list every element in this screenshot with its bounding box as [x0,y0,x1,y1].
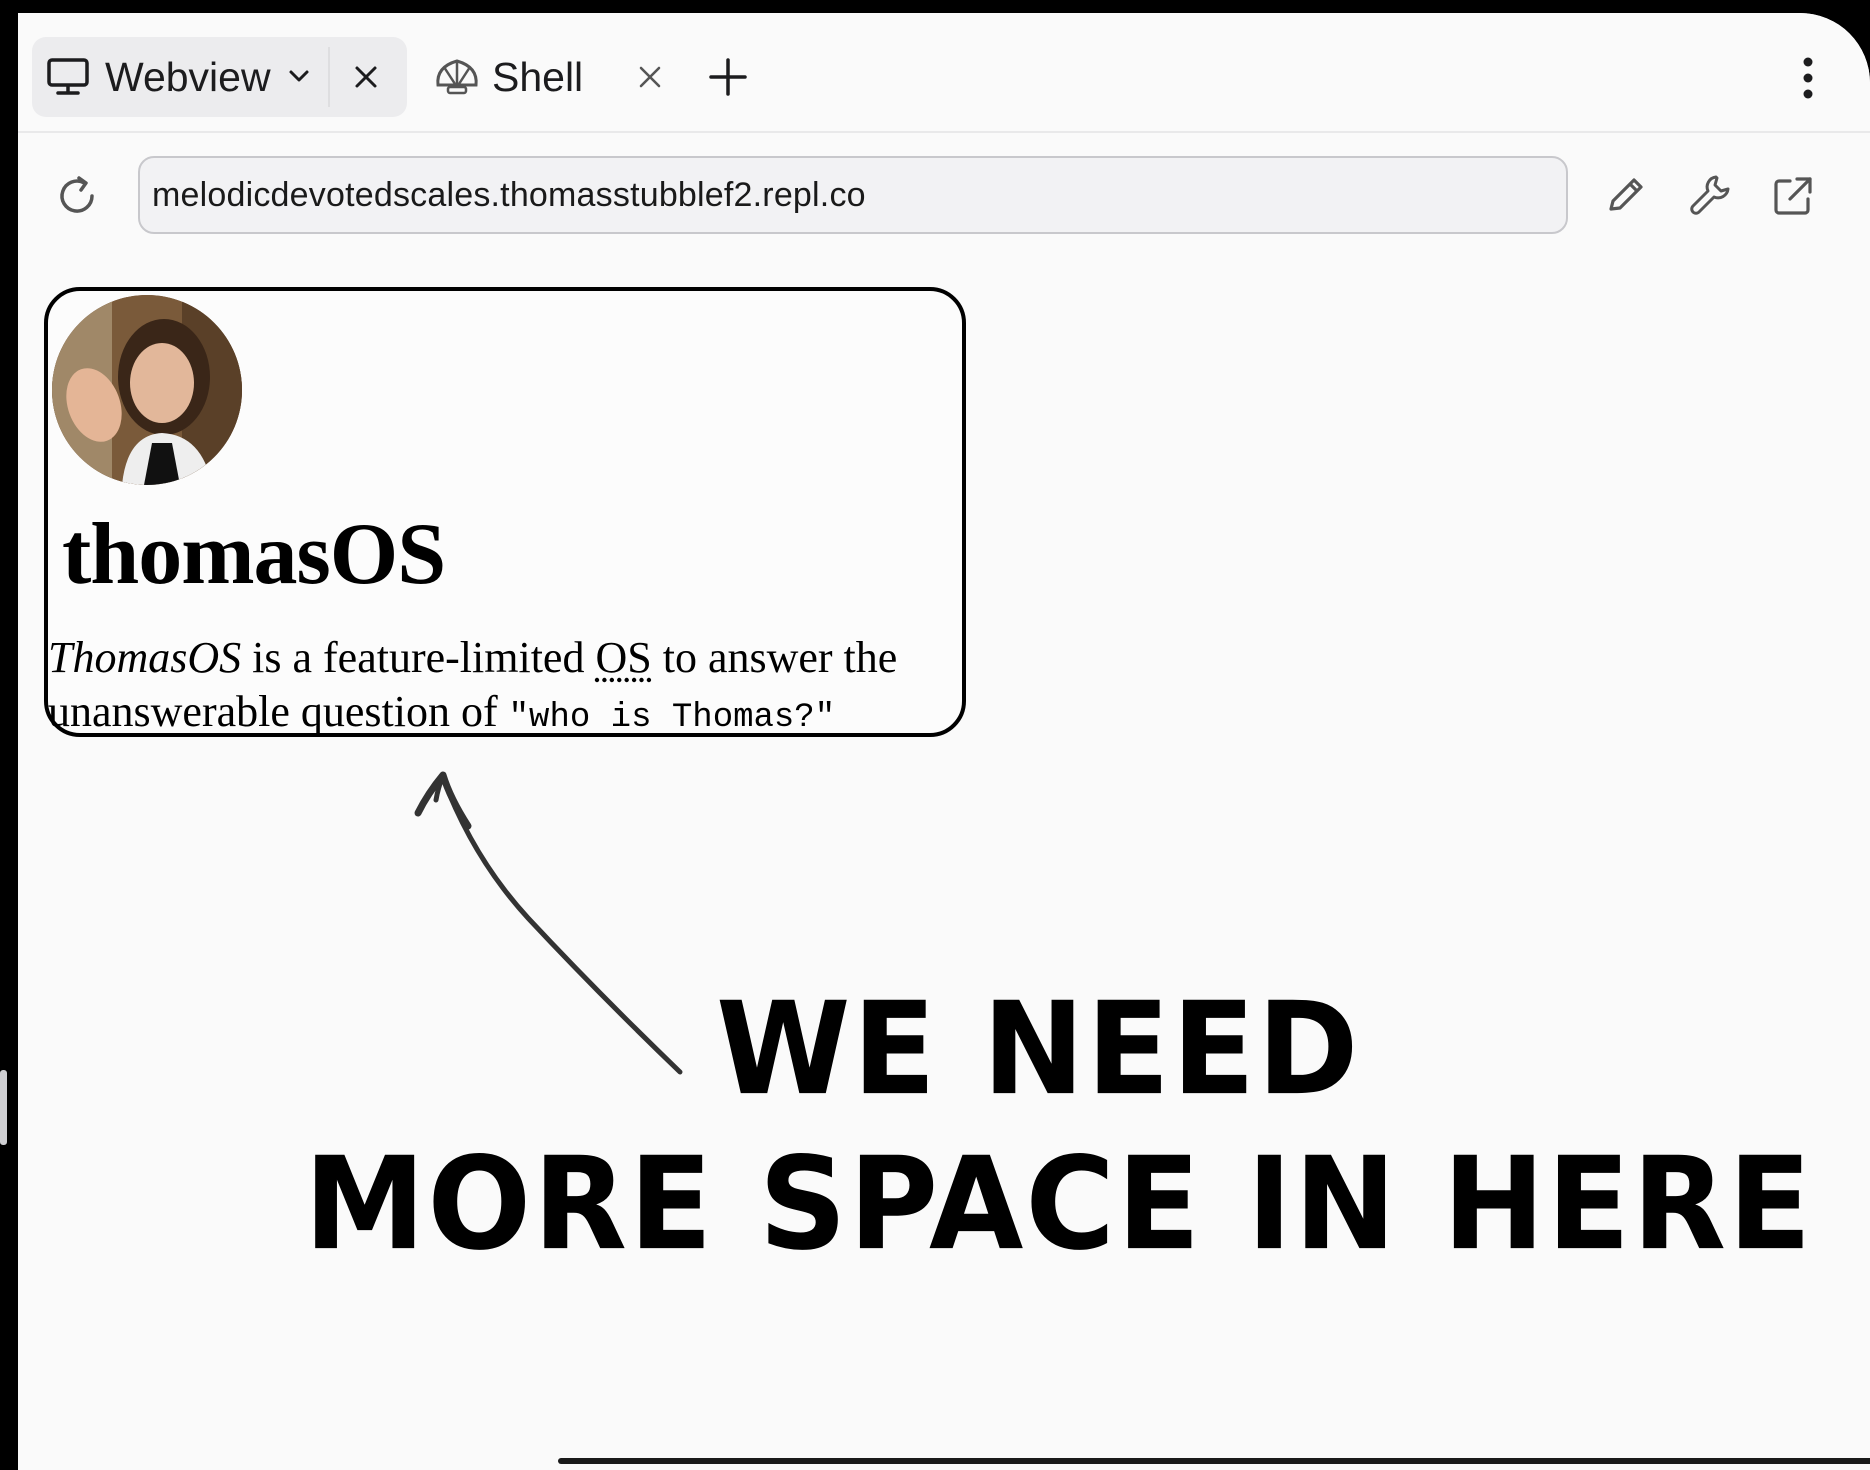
desc-text-1: is a feature-limited [241,633,596,682]
wrench-icon[interactable] [1686,171,1734,219]
add-tab-icon[interactable] [708,57,748,97]
tab-webview[interactable]: Webview [32,37,407,117]
annotation-line-2: MORE SPACE IN HERE [304,1129,1814,1279]
url-toolbar: melodicdevotedscales.thomasstubblef2.rep… [18,133,1870,263]
annotation-line-1: WE NEED [716,974,1361,1124]
page-title: thomasOS [62,506,446,603]
more-options-icon[interactable] [1802,57,1814,99]
chevron-down-icon[interactable] [288,67,310,85]
tab-webview-label: Webview [105,54,271,100]
profile-card: thomasOS ThomasOS is a feature-limited O… [44,287,966,737]
tab-shell[interactable]: Shell [434,37,684,117]
monitor-icon [47,58,89,95]
arrow-icon [414,771,683,1075]
reload-icon[interactable] [54,173,100,219]
page-description: ThomasOS is a feature-limited OS to answ… [48,631,968,745]
tab-divider [328,47,330,107]
replit-webview-panel: Webview Shell melodicdevotedscales.thoma… [18,13,1870,1470]
close-icon[interactable] [354,65,378,89]
os-abbreviation: OS [595,633,652,682]
desc-italic: ThomasOS [48,633,242,682]
tab-shell-label: Shell [492,54,584,100]
close-icon[interactable] [638,65,662,89]
url-text: melodicdevotedscales.thomasstubblef2.rep… [152,176,866,214]
desc-code: "who is Thomas?" [508,699,836,737]
bottom-divider [558,1458,1870,1464]
open-external-icon[interactable] [1770,173,1816,219]
url-input[interactable]: melodicdevotedscales.thomasstubblef2.rep… [138,156,1568,234]
pencil-icon[interactable] [1602,173,1648,219]
resize-handle[interactable] [0,1070,7,1145]
avatar [52,295,242,485]
shell-icon [436,59,478,95]
tab-bar: Webview Shell [18,13,1870,133]
